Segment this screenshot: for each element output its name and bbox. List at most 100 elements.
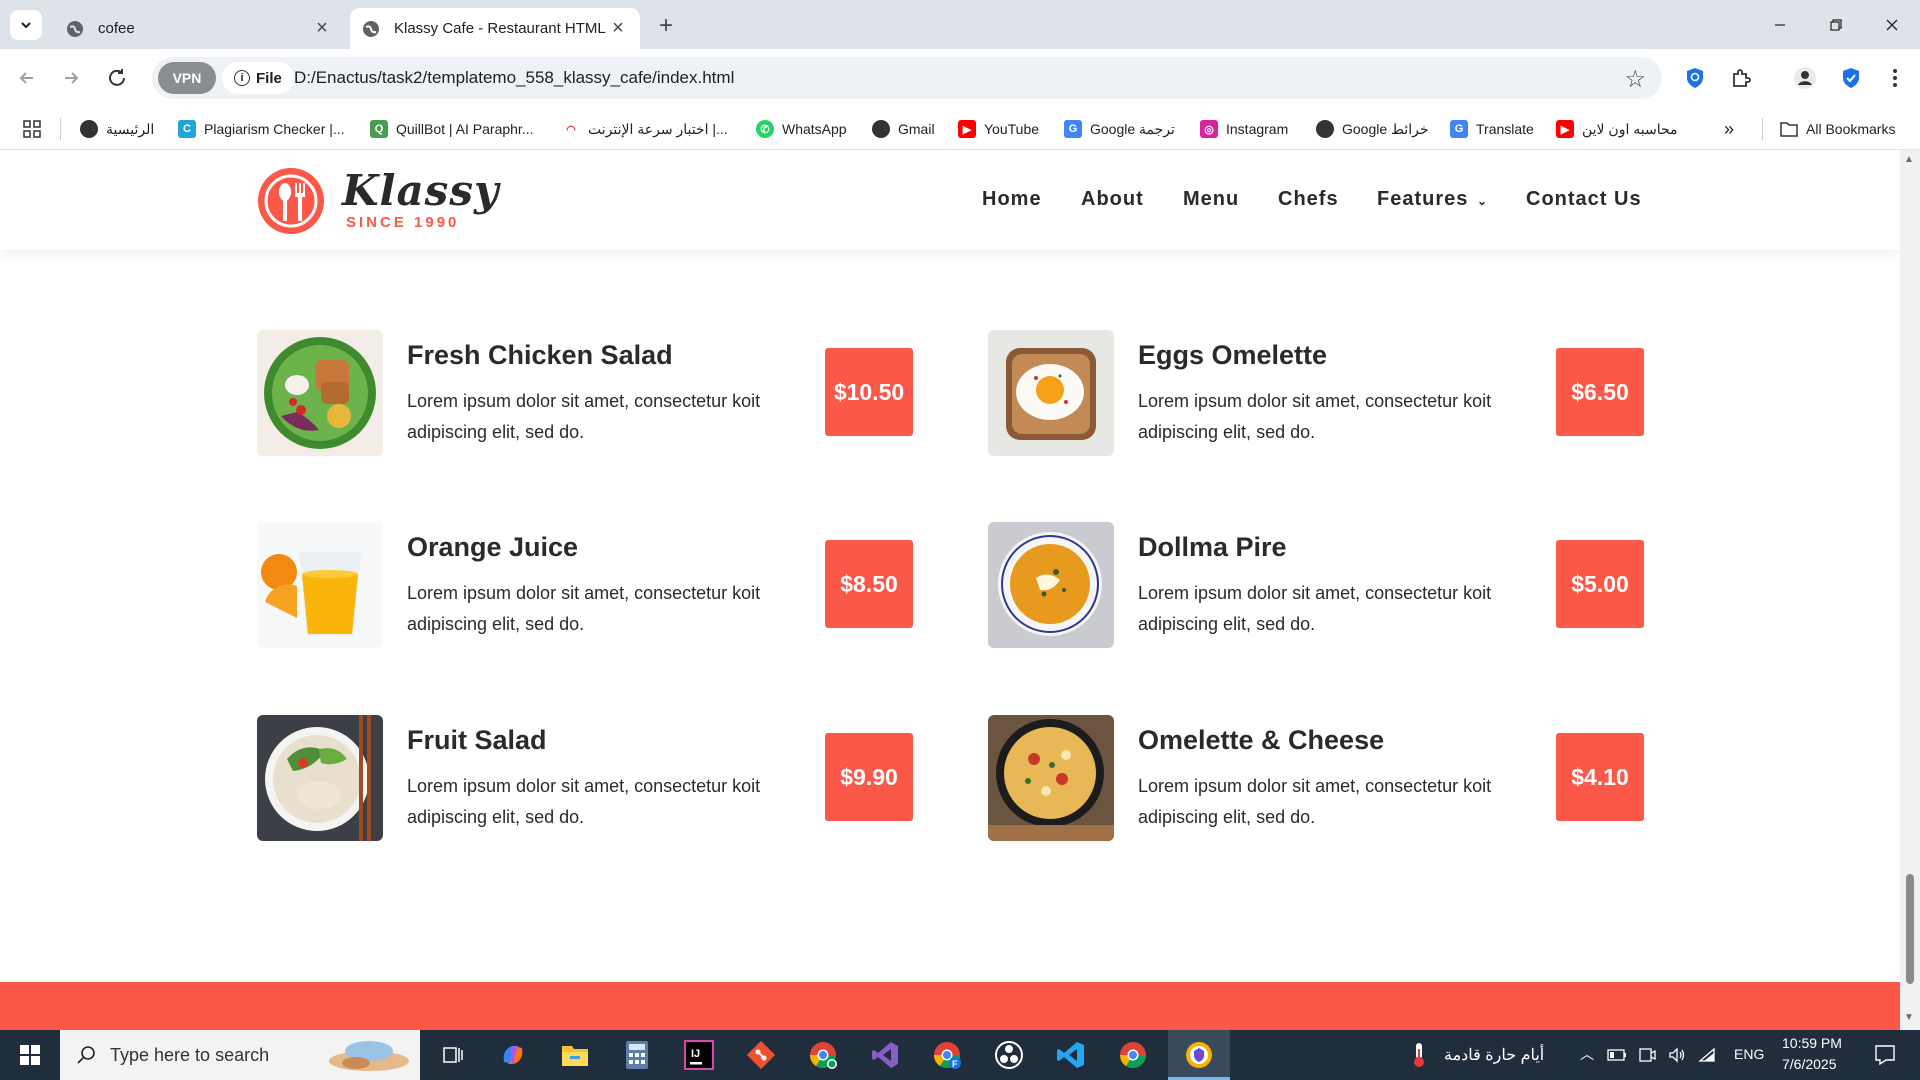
chrome-profile-icon[interactable] xyxy=(804,1036,842,1074)
back-button[interactable] xyxy=(12,63,42,93)
chevron-up-icon[interactable]: ︿ xyxy=(1580,1044,1594,1064)
nav-features[interactable]: Features ⌄ xyxy=(1377,188,1488,211)
nav-home[interactable]: Home xyxy=(982,188,1042,211)
bookmark-item[interactable]: Google خرائط xyxy=(1316,118,1429,140)
start-button[interactable] xyxy=(0,1030,60,1080)
bookmark-item[interactable]: C Plagiarism Checker |... xyxy=(178,118,345,140)
close-window-button[interactable] xyxy=(1864,0,1920,49)
more-bookmarks-chevron-icon[interactable]: » xyxy=(1724,118,1734,140)
footer-strip xyxy=(0,982,1900,1030)
chrome-f-icon[interactable]: F xyxy=(928,1036,966,1074)
price-tag: $4.10 xyxy=(1556,733,1644,821)
bookmark-label: Google ترجمة xyxy=(1090,120,1175,137)
tab-search-button[interactable] xyxy=(10,10,42,40)
intellij-idea-icon[interactable]: IJ xyxy=(680,1036,718,1074)
info-icon: i xyxy=(234,70,250,86)
weather-text[interactable]: أيام حارة قادمة xyxy=(1444,1045,1544,1065)
bookmark-item[interactable]: Gmail xyxy=(872,118,935,140)
forward-button[interactable] xyxy=(56,63,86,93)
bookmark-item[interactable]: ◠ اختبار سرعة الإنترنت |... xyxy=(562,118,728,140)
minimize-button[interactable] xyxy=(1752,0,1808,49)
bookmark-item[interactable]: ✆ WhatsApp xyxy=(756,118,847,140)
task-view-icon[interactable] xyxy=(434,1036,472,1074)
all-bookmarks-button[interactable]: All Bookmarks xyxy=(1780,118,1895,140)
page-scrollbar[interactable]: ▲ ▼ xyxy=(1900,150,1920,1030)
clock-time[interactable]: 10:59 PM xyxy=(1782,1035,1842,1051)
logo-icon[interactable] xyxy=(256,166,326,236)
wifi-icon[interactable] xyxy=(1696,1036,1718,1074)
nav-menu[interactable]: Menu xyxy=(1183,188,1239,211)
bookmark-label: Gmail xyxy=(898,121,935,137)
scroll-down-arrow-icon[interactable]: ▼ xyxy=(1904,1012,1914,1023)
language-indicator[interactable]: ENG xyxy=(1734,1046,1764,1062)
weather-thermometer-icon[interactable] xyxy=(1400,1036,1438,1074)
reload-button[interactable] xyxy=(102,63,132,93)
bookmark-label: Plagiarism Checker |... xyxy=(204,121,345,137)
calculator-icon[interactable] xyxy=(618,1036,656,1074)
search-highlight-icon xyxy=(329,1041,409,1071)
extensions-puzzle-icon[interactable] xyxy=(1726,63,1756,93)
close-icon[interactable]: × xyxy=(608,17,628,39)
bookmark-item[interactable]: Q QuillBot | AI Paraphr... xyxy=(370,118,533,140)
bookmark-item[interactable]: ◎ Instagram xyxy=(1200,118,1288,140)
tab-title: cofee xyxy=(98,20,135,37)
visual-studio-icon[interactable] xyxy=(866,1036,904,1074)
menu-item-title: Orange Juice xyxy=(407,532,579,562)
restore-button[interactable] xyxy=(1808,0,1864,49)
reload-icon xyxy=(109,69,125,86)
bookmark-item[interactable]: ▶ YouTube xyxy=(958,118,1039,140)
extension-shield-icon[interactable] xyxy=(1680,63,1710,93)
nav-contact-us[interactable]: Contact Us xyxy=(1526,188,1642,211)
taskbar-search-box[interactable]: Type here to search xyxy=(60,1030,420,1080)
obs-studio-icon[interactable] xyxy=(990,1036,1028,1074)
scroll-up-arrow-icon[interactable]: ▲ xyxy=(1904,154,1914,165)
file-explorer-icon[interactable] xyxy=(556,1036,594,1074)
food-image-salad-bowl xyxy=(257,330,383,456)
bookmark-label: Google خرائط xyxy=(1342,120,1429,137)
url-text[interactable]: D:/Enactus/task2/templatemo_558_klassy_c… xyxy=(294,68,734,88)
camera-icon[interactable] xyxy=(1636,1036,1658,1074)
bookmark-label: الرئيسية xyxy=(106,120,155,137)
nav-features-label: Features xyxy=(1377,188,1469,210)
price-tag: $9.90 xyxy=(825,733,913,821)
profile-avatar-icon[interactable] xyxy=(1790,63,1820,93)
vpn-button[interactable]: VPN xyxy=(158,62,216,94)
tab-cofee[interactable]: cofee × xyxy=(54,8,344,49)
site-info-chip[interactable]: i File xyxy=(222,62,294,94)
youtube-icon: ▶ xyxy=(958,120,976,138)
nav-about[interactable]: About xyxy=(1081,188,1144,211)
close-icon[interactable]: × xyxy=(312,17,332,39)
clock-date[interactable]: 7/6/2025 xyxy=(1782,1056,1837,1072)
git-icon[interactable] xyxy=(742,1036,780,1074)
notification-icon[interactable] xyxy=(1866,1036,1904,1074)
battery-icon[interactable] xyxy=(1606,1036,1628,1074)
copilot-icon[interactable] xyxy=(494,1036,532,1074)
nav-chefs[interactable]: Chefs xyxy=(1278,188,1339,211)
tab-klassy-cafe[interactable]: Klassy Cafe - Restaurant HTML T × xyxy=(350,8,640,49)
apps-grid-icon[interactable] xyxy=(22,118,42,140)
arrow-left-icon xyxy=(19,72,33,84)
bookmark-star-icon[interactable]: ☆ xyxy=(1624,65,1646,94)
scrollbar-thumb[interactable] xyxy=(1906,874,1914,984)
vscode-icon[interactable] xyxy=(1052,1036,1090,1074)
bookmark-item[interactable]: G Translate xyxy=(1450,118,1534,140)
bookmark-item[interactable]: الرئيسية xyxy=(80,118,154,140)
chrome-icon[interactable] xyxy=(1114,1036,1152,1074)
logo-name[interactable]: Klassy xyxy=(342,166,499,215)
bookmarks-divider xyxy=(1762,118,1763,140)
vpn-browser-icon[interactable] xyxy=(1168,1030,1230,1080)
globe-icon xyxy=(872,120,890,138)
arrow-right-icon xyxy=(65,72,79,84)
address-bar[interactable]: VPN i File D:/Enactus/task2/templatemo_5… xyxy=(152,57,1662,99)
menu-item-description: Lorem ipsum dolor sit amet, consectetur … xyxy=(1138,583,1492,634)
security-shield-icon[interactable] xyxy=(1836,63,1866,93)
bookmarks-bar: الرئيسية C Plagiarism Checker |... Q Qui… xyxy=(0,108,1920,150)
bookmark-item[interactable]: ▶ محاسبه اون لاين xyxy=(1556,118,1678,140)
food-image-soup-bowl xyxy=(988,522,1114,648)
more-menu-icon[interactable] xyxy=(1880,63,1910,93)
new-tab-button[interactable]: + xyxy=(652,12,680,40)
globe-icon xyxy=(362,20,380,38)
speaker-icon[interactable] xyxy=(1666,1036,1688,1074)
bookmark-item[interactable]: G Google ترجمة xyxy=(1064,118,1175,140)
instagram-icon: ◎ xyxy=(1200,120,1218,138)
